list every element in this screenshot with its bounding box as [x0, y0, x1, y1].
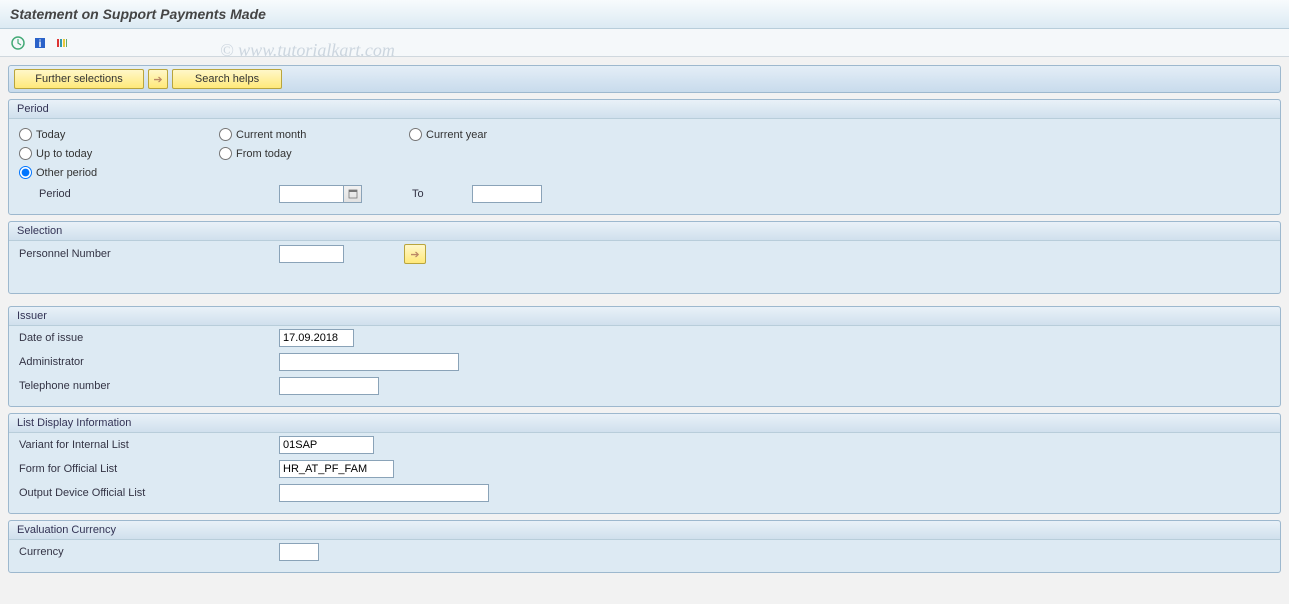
radio-other-period[interactable] [19, 166, 32, 179]
currency-input[interactable] [279, 543, 319, 561]
period-title: Period [9, 100, 1280, 119]
radio-from-today-label: From today [236, 148, 292, 160]
information-icon[interactable]: i [32, 35, 48, 51]
radio-current-year-label: Current year [426, 129, 487, 141]
radio-today[interactable] [19, 128, 32, 141]
issuer-title: Issuer [9, 307, 1280, 326]
search-helps-button[interactable]: Search helps [172, 69, 282, 89]
period-group: Period Today Current month Current year … [8, 99, 1281, 215]
app-toolbar: i [0, 29, 1289, 57]
list-display-group: List Display Information Variant for Int… [8, 413, 1281, 514]
form-official-label: Form for Official List [19, 463, 279, 475]
form-official-input[interactable] [279, 460, 394, 478]
personnel-number-input[interactable] [279, 245, 344, 263]
title-bar: Statement on Support Payments Made [0, 0, 1289, 29]
variant-internal-label: Variant for Internal List [19, 439, 279, 451]
selection-button-row: Further selections ➔ Search helps [8, 65, 1281, 93]
radio-current-month-label: Current month [236, 129, 306, 141]
variant-internal-input[interactable] [279, 436, 374, 454]
radio-from-today[interactable] [219, 147, 232, 160]
currency-label: Currency [19, 546, 279, 558]
search-helps-arrow-button[interactable]: ➔ [148, 69, 168, 89]
period-from-input[interactable] [279, 185, 344, 203]
period-to-input[interactable] [472, 185, 542, 203]
period-to-label: To [412, 188, 472, 200]
svg-text:i: i [39, 39, 42, 50]
administrator-label: Administrator [19, 356, 279, 368]
administrator-input[interactable] [279, 353, 459, 371]
telephone-label: Telephone number [19, 380, 279, 392]
date-of-issue-label: Date of issue [19, 332, 279, 344]
selection-group: Selection Personnel Number ➔ [8, 221, 1281, 294]
further-selections-button[interactable]: Further selections [14, 69, 144, 89]
output-device-input[interactable] [279, 484, 489, 502]
variant-icon[interactable] [54, 35, 70, 51]
list-display-title: List Display Information [9, 414, 1280, 433]
radio-current-year[interactable] [409, 128, 422, 141]
selection-title: Selection [9, 222, 1280, 241]
radio-up-to-today[interactable] [19, 147, 32, 160]
period-label: Period [19, 188, 279, 200]
page-title: Statement on Support Payments Made [10, 6, 1279, 22]
telephone-input[interactable] [279, 377, 379, 395]
period-from-f4-icon[interactable] [344, 185, 362, 203]
eval-currency-title: Evaluation Currency [9, 521, 1280, 540]
arrow-right-icon: ➔ [410, 248, 419, 261]
radio-other-period-label: Other period [36, 167, 97, 179]
issuer-group: Issuer Date of issue Administrator Telep… [8, 306, 1281, 407]
multiple-selection-button[interactable]: ➔ [404, 244, 426, 264]
personnel-number-label: Personnel Number [19, 248, 279, 260]
execute-icon[interactable] [10, 35, 26, 51]
content-area: Further selections ➔ Search helps Period… [0, 57, 1289, 581]
output-device-label: Output Device Official List [19, 487, 279, 499]
arrow-right-icon: ➔ [153, 73, 162, 86]
eval-currency-group: Evaluation Currency Currency [8, 520, 1281, 573]
radio-today-label: Today [36, 129, 65, 141]
date-of-issue-input[interactable] [279, 329, 354, 347]
radio-up-to-today-label: Up to today [36, 148, 92, 160]
radio-current-month[interactable] [219, 128, 232, 141]
